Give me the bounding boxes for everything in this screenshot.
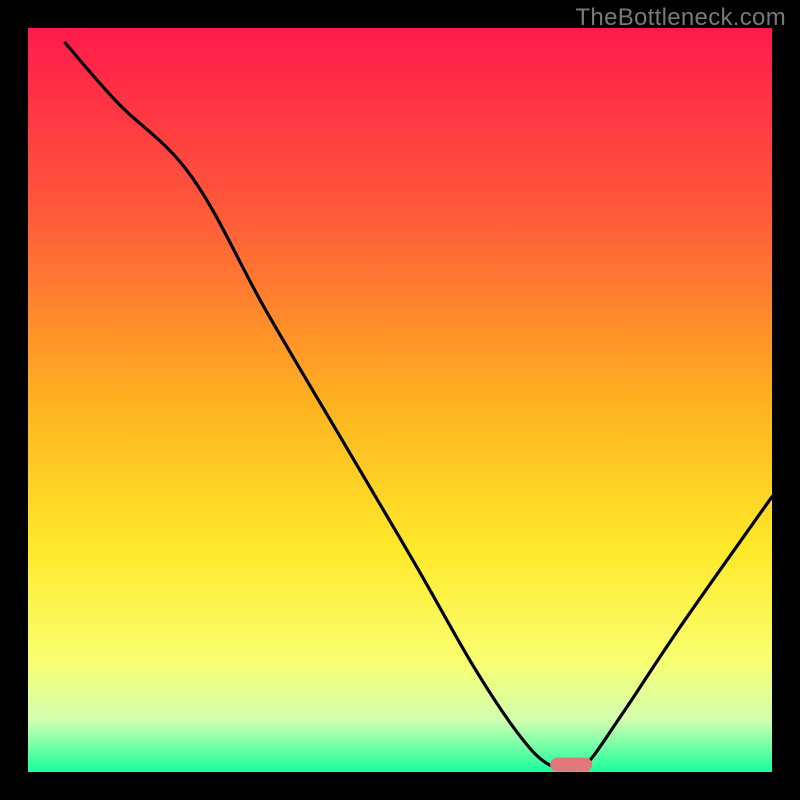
watermark-text: TheBottleneck.com [575,4,786,32]
optimum-marker [550,758,592,772]
chart-background [28,28,772,772]
bottleneck-chart [0,0,800,800]
